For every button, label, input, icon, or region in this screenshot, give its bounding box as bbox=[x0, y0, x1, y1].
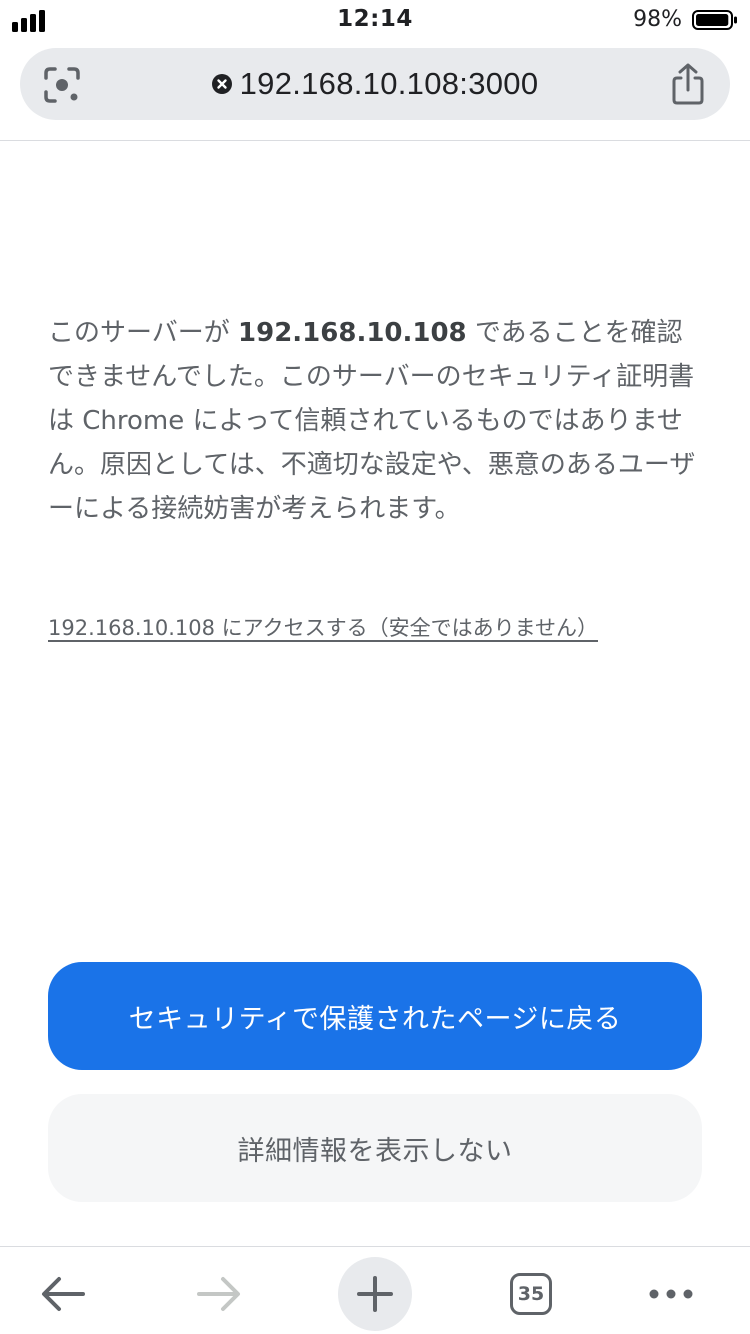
forward-button[interactable] bbox=[182, 1257, 256, 1331]
url-text[interactable]: 192.168.10.108:3000 bbox=[240, 66, 539, 102]
message-text-part1: このサーバーが bbox=[48, 318, 239, 348]
security-warning-message: このサーバーが 192.168.10.108 であることを確認できませんでした。… bbox=[48, 311, 698, 531]
plus-icon bbox=[357, 1276, 393, 1312]
battery-percentage: 98% bbox=[633, 7, 682, 32]
proceed-unsafe-link[interactable]: 192.168.10.108 にアクセスする（安全ではありません） bbox=[48, 612, 598, 642]
tabs-icon: 35 bbox=[510, 1273, 552, 1315]
new-tab-button[interactable] bbox=[338, 1257, 412, 1331]
tab-switcher-button[interactable]: 35 bbox=[494, 1257, 568, 1331]
not-secure-icon[interactable] bbox=[211, 74, 232, 94]
battery-icon bbox=[692, 10, 737, 30]
message-text-part2: であることを確認できませんでした。このサーバーのセキュリティ証明書は Chrom… bbox=[48, 318, 696, 524]
toolbar-divider bbox=[0, 140, 750, 141]
status-bar: 12:14 98% bbox=[0, 0, 750, 40]
message-host: 192.168.10.108 bbox=[238, 318, 467, 348]
bottom-toolbar: 35 bbox=[0, 1247, 750, 1334]
back-arrow-icon bbox=[42, 1277, 85, 1311]
tab-count: 35 bbox=[517, 1283, 545, 1305]
more-dots-icon bbox=[649, 1289, 693, 1299]
back-to-safety-button[interactable]: セキュリティで保護されたページに戻る bbox=[48, 962, 702, 1070]
hide-details-button[interactable]: 詳細情報を表示しない bbox=[48, 1094, 702, 1202]
more-menu-button[interactable] bbox=[634, 1257, 708, 1331]
back-button[interactable] bbox=[26, 1257, 100, 1331]
forward-arrow-icon bbox=[197, 1277, 240, 1311]
share-icon[interactable] bbox=[668, 62, 708, 106]
address-bar[interactable]: 192.168.10.108:3000 bbox=[20, 48, 730, 120]
